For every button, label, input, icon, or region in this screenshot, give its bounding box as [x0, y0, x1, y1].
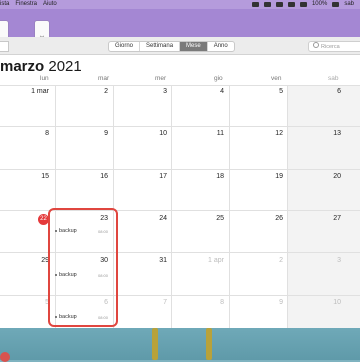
- view-day-button[interactable]: Giorno: [109, 42, 141, 51]
- day-cell[interactable]: 18: [194, 173, 224, 180]
- view-year-button[interactable]: Anno: [208, 42, 234, 51]
- view-week-button[interactable]: Settimana: [140, 42, 181, 51]
- day-cell[interactable]: 19: [253, 173, 283, 180]
- day-cell[interactable]: 27: [311, 215, 341, 222]
- weekday-header: ven: [271, 75, 282, 82]
- day-cell[interactable]: 25: [194, 215, 224, 222]
- flower: [0, 352, 10, 362]
- day-cell[interactable]: 5: [253, 88, 283, 95]
- view-month-button[interactable]: Mese: [180, 42, 208, 51]
- day-cell[interactable]: 17: [137, 173, 167, 180]
- menu-item-vista[interactable]: ista: [0, 0, 9, 9]
- day-cell[interactable]: 7: [137, 299, 167, 306]
- grid-line: [171, 85, 172, 328]
- day-cell[interactable]: 4: [194, 88, 224, 95]
- menu-item-aiuto[interactable]: Aiuto: [43, 0, 57, 9]
- battery-percentage[interactable]: 100%: [312, 0, 327, 9]
- day-cell[interactable]: 2: [253, 257, 283, 264]
- weekend-column: [288, 85, 360, 328]
- day-cell[interactable]: 1 mar: [19, 88, 49, 95]
- day-cell[interactable]: 11: [194, 130, 224, 137]
- day-cell[interactable]: 2: [78, 88, 108, 95]
- grid-line: [229, 85, 230, 328]
- year: 2021: [48, 58, 82, 75]
- calendar-toolbar: Giorno Settimana Mese Anno Ricerca: [0, 37, 360, 55]
- weekday-header: sab: [328, 75, 339, 82]
- weekday-header: lun: [40, 75, 49, 82]
- clock-day[interactable]: sab: [344, 0, 354, 9]
- selection-highlight: [48, 208, 118, 327]
- day-cell[interactable]: 12: [253, 130, 283, 137]
- day-cell[interactable]: 8: [194, 299, 224, 306]
- day-cell[interactable]: 3: [311, 257, 341, 264]
- grid-line: [0, 85, 360, 86]
- display-icon[interactable]: [263, 2, 271, 7]
- day-cell[interactable]: 15: [19, 173, 49, 180]
- bluetooth-icon[interactable]: [299, 2, 307, 7]
- day-cell[interactable]: 9: [253, 299, 283, 306]
- flower-stem: [206, 328, 212, 360]
- search-icon: [313, 42, 319, 48]
- day-cell[interactable]: 29: [19, 257, 49, 264]
- month-name: marzo: [0, 58, 45, 75]
- day-cell[interactable]: 31: [137, 257, 167, 264]
- wifi-icon[interactable]: [275, 2, 283, 7]
- day-cell[interactable]: 16: [78, 173, 108, 180]
- volume-icon[interactable]: [287, 2, 295, 7]
- grid-line: [0, 126, 360, 127]
- battery-icon[interactable]: [332, 2, 340, 7]
- day-cell[interactable]: 1 apr: [194, 257, 224, 264]
- desktop-area: txt: [0, 9, 360, 41]
- weekday-header: gio: [214, 75, 223, 82]
- day-cell[interactable]: 5: [19, 299, 49, 306]
- month-title: marzo 2021: [0, 58, 82, 75]
- weekday-header: mer: [155, 75, 167, 82]
- grid-line: [0, 169, 360, 170]
- day-cell[interactable]: 10: [311, 299, 341, 306]
- day-cell[interactable]: 24: [137, 215, 167, 222]
- day-cell[interactable]: 26: [253, 215, 283, 222]
- day-cell[interactable]: 13: [311, 130, 341, 137]
- flower-stem: [152, 328, 158, 360]
- menu-item-finestra[interactable]: Finestra: [15, 0, 37, 9]
- day-cell[interactable]: 8: [19, 130, 49, 137]
- sidebar-toggle-button[interactable]: [0, 41, 9, 52]
- weekday-header: mar: [98, 75, 110, 82]
- day-cell[interactable]: 6: [311, 88, 341, 95]
- search-field[interactable]: Ricerca: [308, 41, 360, 52]
- search-placeholder: Ricerca: [321, 44, 340, 50]
- day-cell[interactable]: 9: [78, 130, 108, 137]
- view-switcher: Giorno Settimana Mese Anno: [108, 41, 235, 52]
- day-cell[interactable]: 20: [311, 173, 341, 180]
- menubar: ista Finestra Aiuto 100% sab: [0, 0, 360, 9]
- day-cell[interactable]: 10: [137, 130, 167, 137]
- day-cell[interactable]: 3: [137, 88, 167, 95]
- airplay-icon[interactable]: [251, 2, 259, 7]
- desktop-wallpaper: [0, 328, 360, 362]
- month-calendar: marzo 2021 lun mar mer gio ven sab 1 mar…: [0, 55, 360, 328]
- grid-line: [287, 85, 288, 328]
